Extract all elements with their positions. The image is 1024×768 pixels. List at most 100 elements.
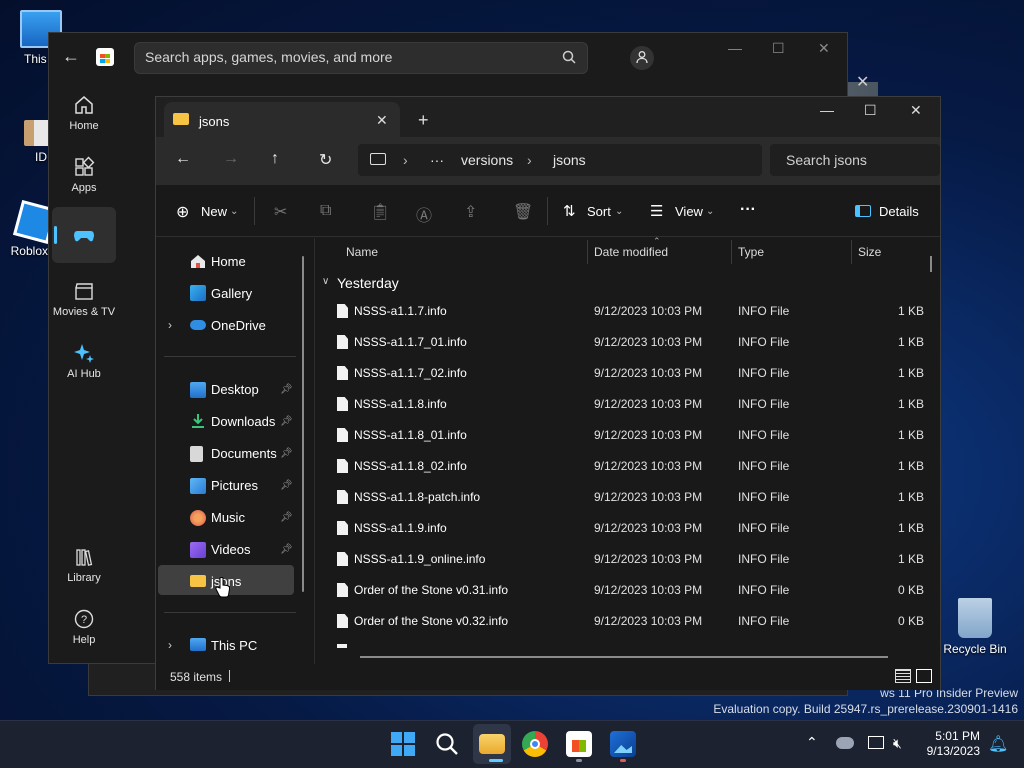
desktop-icon-recycle-bin[interactable]: Recycle Bin bbox=[940, 598, 1010, 656]
table-row[interactable]: NSSS-a1.1.7_01.info 9/12/2023 10:03 PM INF… bbox=[320, 327, 932, 358]
column-separator[interactable] bbox=[851, 240, 852, 264]
pin-icon[interactable]: 📌︎ bbox=[280, 480, 293, 491]
store-icon[interactable] bbox=[566, 731, 592, 757]
view-button[interactable]: View bbox=[675, 204, 703, 219]
chevron-right-icon[interactable]: › bbox=[168, 638, 172, 652]
cut-icon[interactable]: ✂ bbox=[274, 202, 287, 222]
pin-icon[interactable]: 📌︎ bbox=[280, 448, 293, 459]
list-scrollbar[interactable] bbox=[930, 256, 932, 272]
pin-icon[interactable]: 📌︎ bbox=[280, 416, 293, 427]
forward-arrow-icon[interactable]: → bbox=[223, 150, 239, 168]
store-nav-movies-tv[interactable]: Movies & TV bbox=[52, 280, 116, 318]
search-icon[interactable] bbox=[434, 731, 460, 757]
details-button[interactable]: Details bbox=[879, 204, 919, 219]
close-icon[interactable]: ✕ bbox=[910, 102, 922, 119]
new-tab-icon[interactable]: + bbox=[418, 110, 429, 131]
store-nav-ai-hub[interactable]: AI Hub bbox=[52, 342, 116, 380]
maximize-icon[interactable]: ☐ bbox=[772, 40, 785, 57]
file-explorer-icon[interactable] bbox=[479, 734, 505, 754]
horizontal-scrollbar[interactable] bbox=[360, 656, 888, 658]
new-button[interactable]: New bbox=[201, 204, 227, 219]
store-nav-gaming[interactable] bbox=[52, 224, 116, 250]
cloud-icon[interactable] bbox=[836, 737, 854, 749]
videos-icon bbox=[190, 542, 206, 558]
sidebar-item-home[interactable]: Home bbox=[211, 254, 246, 269]
sidebar-item-music[interactable]: Music bbox=[211, 510, 245, 525]
column-separator[interactable] bbox=[587, 240, 588, 264]
sidebar-item-pictures[interactable]: Pictures bbox=[211, 478, 258, 493]
tiles-view-icon[interactable] bbox=[916, 669, 932, 683]
copy-icon[interactable]: ⧉ bbox=[320, 202, 331, 220]
table-row[interactable]: NSSS-a1.1.8_01.info 9/12/2023 10:03 PM INF… bbox=[320, 420, 932, 451]
table-row[interactable]: NSSS-a1.1.7.info 9/12/2023 10:03 PM INFO F… bbox=[320, 296, 932, 327]
refresh-icon[interactable]: ↻ bbox=[319, 150, 332, 170]
sidebar-item-gallery[interactable]: Gallery bbox=[211, 286, 252, 301]
sidebar-scrollbar[interactable] bbox=[302, 256, 304, 592]
table-row[interactable]: NSSS-a1.1.7_02.info 9/12/2023 10:03 PM INF… bbox=[320, 358, 932, 389]
chevron-up-icon[interactable]: ⌃ bbox=[806, 734, 818, 751]
sidebar-item-downloads[interactable]: Downloads bbox=[211, 414, 275, 429]
close-icon[interactable]: ✕ bbox=[818, 40, 830, 57]
table-row[interactable]: NSSS-a1.1.9.info 9/12/2023 10:03 PM INFO F… bbox=[320, 513, 932, 544]
pin-icon[interactable]: 📌︎ bbox=[280, 544, 293, 555]
more-options-button[interactable]: ··· bbox=[740, 201, 756, 219]
chevron-down-icon[interactable]: ∨ bbox=[322, 276, 329, 287]
table-row[interactable]: NSSS-a1.1.9_online.info 9/12/2023 10:03 P… bbox=[320, 544, 932, 575]
column-header-name[interactable]: Name bbox=[346, 245, 378, 259]
file-size: 1 KB bbox=[897, 459, 924, 473]
photos-icon[interactable] bbox=[610, 731, 636, 757]
svg-text:?: ? bbox=[81, 614, 87, 626]
sidebar-item-documents[interactable]: Documents bbox=[211, 446, 277, 461]
sidebar-item-this-pc[interactable]: This PC bbox=[211, 638, 257, 653]
delete-icon[interactable]: 🗑︎ bbox=[513, 202, 533, 222]
notification-bell-icon[interactable]: 🔔︎ bbox=[988, 734, 1008, 754]
table-row[interactable]: Order of the Stone v0.32.info 9/12/2023 1… bbox=[320, 606, 932, 637]
chrome-icon[interactable] bbox=[522, 731, 548, 757]
windows-start-icon[interactable] bbox=[390, 731, 416, 757]
group-header-yesterday[interactable]: Yesterday bbox=[337, 275, 399, 291]
minimize-icon[interactable]: — bbox=[728, 40, 742, 56]
breadcrumb-versions[interactable]: versions bbox=[461, 152, 513, 168]
table-row[interactable]: NSSS-a1.1.8-patch.info 9/12/2023 10:03 PM… bbox=[320, 482, 932, 513]
store-nav-home[interactable]: Home bbox=[52, 94, 116, 132]
chevron-right-icon[interactable]: › bbox=[168, 318, 172, 332]
sidebar-item-desktop[interactable]: Desktop bbox=[211, 382, 259, 397]
share-icon[interactable]: ⇪ bbox=[464, 202, 477, 222]
store-nav-help[interactable]: ? Help bbox=[52, 608, 116, 646]
clock[interactable]: 5:01 PM 9/13/2023 bbox=[927, 729, 980, 759]
rename-icon[interactable]: Ⓐ bbox=[416, 202, 432, 226]
column-header-size[interactable]: Size bbox=[858, 245, 881, 259]
pin-icon[interactable]: 📌︎ bbox=[280, 512, 293, 523]
search-icon[interactable] bbox=[562, 50, 576, 64]
sidebar-item-onedrive[interactable]: OneDrive bbox=[211, 318, 266, 333]
paste-icon[interactable]: 📋︎ bbox=[370, 202, 390, 222]
minimize-icon[interactable]: — bbox=[820, 102, 834, 118]
store-nav-apps[interactable]: Apps bbox=[52, 156, 116, 194]
store-nav-library[interactable]: Library bbox=[52, 546, 116, 584]
back-arrow-icon[interactable]: ← bbox=[175, 150, 191, 168]
column-header-date-modified[interactable]: Date modified bbox=[594, 245, 668, 259]
table-row[interactable]: NSSS-a1.1.8_02.info 9/12/2023 10:03 PM INF… bbox=[320, 451, 932, 482]
store-nav-label: Library bbox=[67, 572, 101, 584]
store-nav-label: AI Hub bbox=[67, 368, 101, 380]
up-arrow-icon[interactable]: ↑ bbox=[271, 150, 279, 168]
table-row[interactable]: NSSS-a1.1.8.info 9/12/2023 10:03 PM INFO F… bbox=[320, 389, 932, 420]
sidebar-item-videos[interactable]: Videos bbox=[211, 542, 251, 557]
person-icon bbox=[636, 51, 648, 64]
breadcrumb-jsons[interactable]: jsons bbox=[553, 152, 586, 168]
file-date: 9/12/2023 10:03 PM bbox=[594, 459, 703, 473]
pin-icon[interactable]: 📌︎ bbox=[280, 384, 293, 395]
maximize-icon[interactable]: ☐ bbox=[864, 102, 877, 119]
column-header-type[interactable]: Type bbox=[738, 245, 764, 259]
table-row[interactable]: Order of the Stone v0.31.info 9/12/2023 1… bbox=[320, 575, 932, 606]
close-icon[interactable]: ✕ bbox=[856, 72, 876, 92]
close-icon[interactable]: ✕ bbox=[376, 112, 388, 129]
column-separator[interactable] bbox=[731, 240, 732, 264]
breadcrumb-overflow[interactable]: ··· bbox=[430, 152, 444, 168]
back-arrow-icon[interactable]: ← bbox=[62, 46, 82, 68]
file-icon bbox=[337, 521, 348, 535]
volume-muted-icon[interactable]: 🔇︎ bbox=[893, 735, 902, 752]
network-icon[interactable] bbox=[868, 736, 884, 749]
sort-button[interactable]: Sort bbox=[587, 204, 611, 219]
details-view-icon[interactable] bbox=[895, 669, 911, 683]
